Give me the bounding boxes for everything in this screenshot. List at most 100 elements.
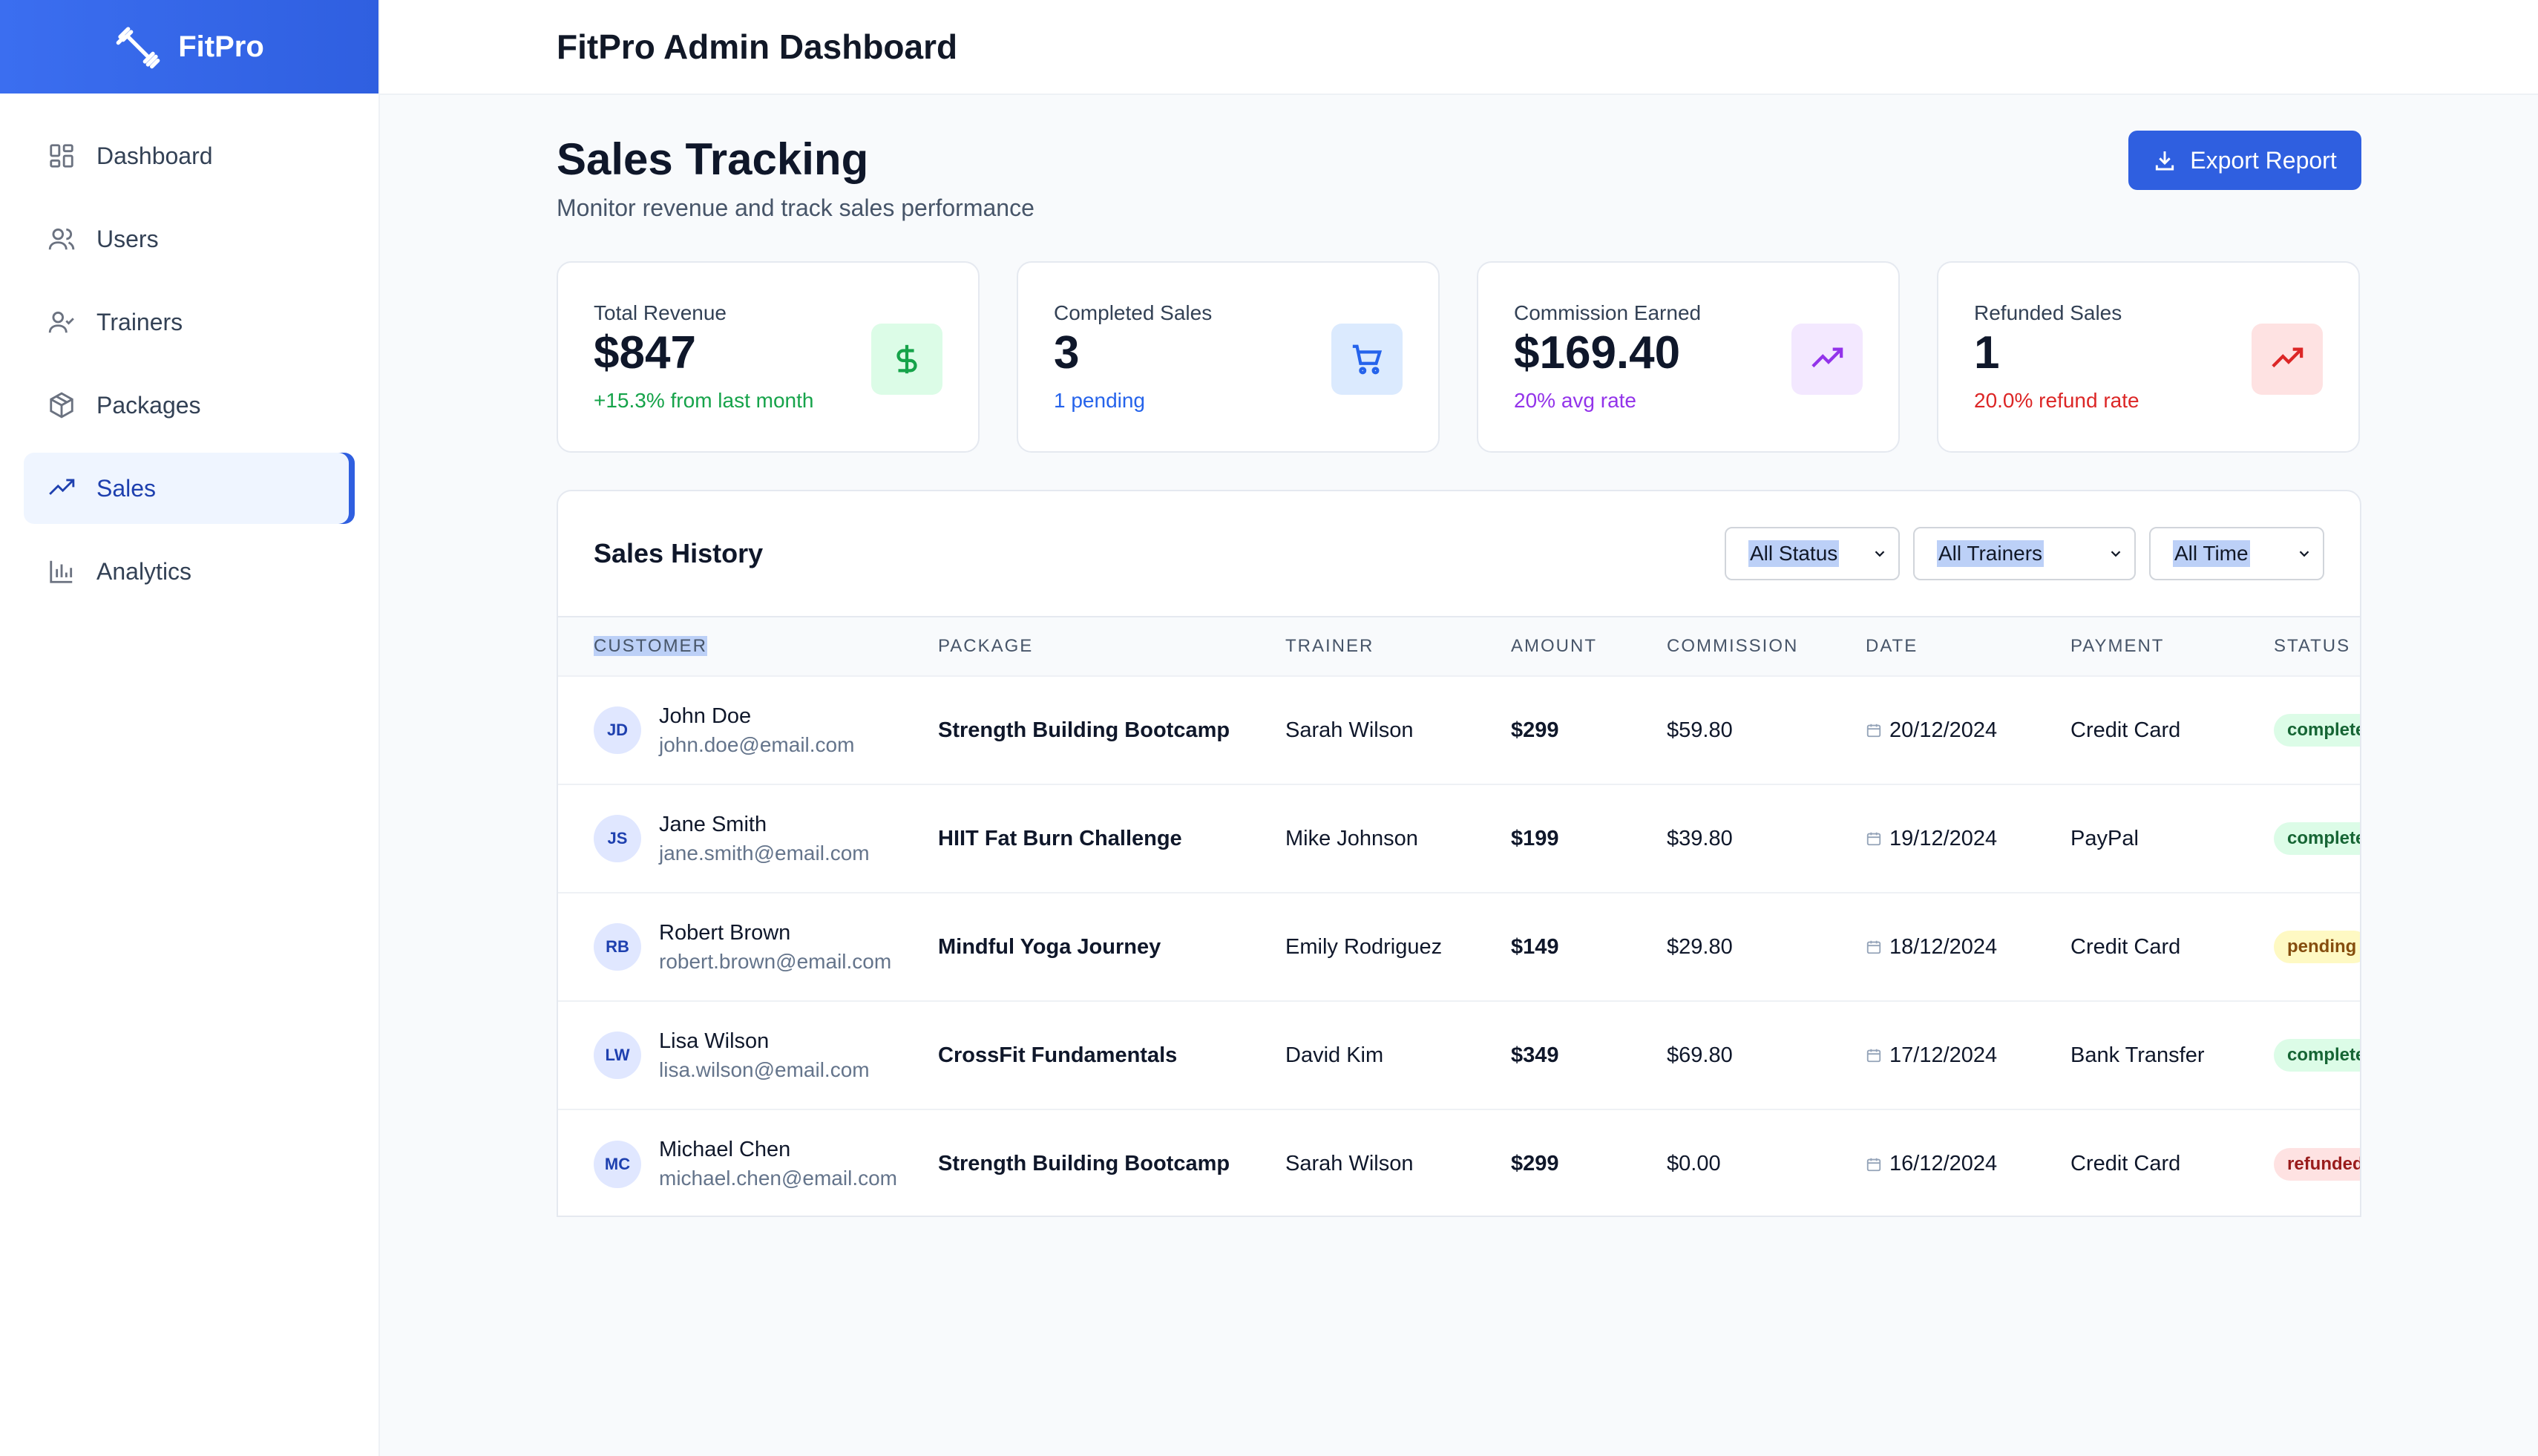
status-filter-value: All Status [1748, 540, 1840, 567]
package-cell: Strength Building Bootcamp [938, 718, 1230, 742]
brand-logo[interactable]: FitPro [0, 0, 378, 94]
payment-cell: Bank Transfer [2070, 1043, 2205, 1067]
sidebar-item-trainers[interactable]: Trainers [24, 286, 355, 358]
table-row[interactable]: MC Michael Chen michael.chen@email.com S… [558, 1109, 2360, 1216]
sidebar-item-users[interactable]: Users [24, 203, 355, 275]
date-value: 18/12/2024 [1889, 934, 1998, 959]
trending-up-icon [49, 479, 75, 495]
sales-history-panel: Sales History All Status All Trainers Al… [557, 490, 2361, 1217]
stat-icon-box [1791, 324, 1863, 395]
commission-cell: $69.80 [1667, 1043, 1733, 1067]
stat-card-total-revenue: Total Revenue $847 +15.3% from last mont… [557, 261, 980, 453]
stat-card-completed-sales: Completed Sales 3 1 pending [1017, 261, 1440, 453]
commission-cell: $29.80 [1667, 934, 1733, 959]
avatar: JD [594, 706, 641, 754]
time-filter-select[interactable]: All Time [2149, 527, 2324, 580]
export-report-button[interactable]: Export Report [2128, 131, 2361, 190]
customer-email: jane.smith@email.com [659, 841, 870, 865]
date-value: 16/12/2024 [1889, 1152, 1998, 1175]
app-title: FitPro Admin Dashboard [557, 27, 958, 66]
sidebar-item-packages[interactable]: Packages [24, 370, 355, 441]
calendar-icon [1866, 940, 1881, 954]
column-header-customer[interactable]: CUSTOMER [558, 617, 938, 676]
payment-cell: PayPal [2070, 826, 2139, 850]
dumbbell-icon [116, 27, 160, 69]
package-cell: CrossFit Fundamentals [938, 1043, 1178, 1067]
stat-value: $169.40 [1514, 327, 1681, 378]
status-badge: completed [2274, 714, 2360, 747]
column-header-package[interactable]: PACKAGE [938, 617, 1285, 676]
main-content: Sales Tracking Monitor revenue and track… [557, 95, 2361, 1217]
date-cell: 17/12/2024 [1866, 1043, 2070, 1068]
package-cell: Mindful Yoga Journey [938, 934, 1161, 959]
filters: All Status All Trainers All Time [1725, 527, 2324, 580]
avatar: MC [594, 1140, 641, 1188]
trainer-cell: Emily Rodriguez [1285, 934, 1443, 959]
customer-name: Michael Chen [659, 1138, 791, 1161]
avatar: JS [594, 815, 641, 862]
sales-history-title: Sales History [594, 538, 764, 568]
stat-card-refunded-sales: Refunded Sales 1 20.0% refund rate [1937, 261, 2360, 453]
users-icon [48, 228, 75, 250]
calendar-icon [1866, 1158, 1881, 1171]
top-header: FitPro Admin Dashboard [380, 0, 2538, 95]
date-value: 17/12/2024 [1889, 1043, 1998, 1067]
sidebar-item-label: Analytics [96, 557, 192, 585]
date-cell: 20/12/2024 [1866, 718, 2070, 743]
chevron-down-icon [1875, 551, 1885, 557]
sales-table: CUSTOMER PACKAGE TRAINER AMOUNT COMMISSI… [558, 616, 2360, 1216]
table-row[interactable]: RB Robert Brown robert.brown@email.com M… [558, 893, 2360, 1001]
table-row[interactable]: LW Lisa Wilson lisa.wilson@email.com Cro… [558, 1001, 2360, 1109]
customer-name: Jane Smith [659, 812, 767, 836]
page-header: Sales Tracking Monitor revenue and track… [557, 95, 2361, 261]
status-badge: completed [2274, 822, 2360, 855]
trainer-filter-select[interactable]: All Trainers [1913, 527, 2136, 580]
commission-cell: $0.00 [1667, 1152, 1721, 1175]
status-badge: refunded [2274, 1147, 2360, 1181]
column-header-trainer[interactable]: TRAINER [1285, 617, 1511, 676]
column-header-payment[interactable]: PAYMENT [2070, 617, 2274, 676]
stat-note: 20% avg rate [1514, 389, 1636, 412]
date-cell: 19/12/2024 [1866, 827, 2070, 851]
export-report-label: Export Report [2190, 146, 2337, 174]
trainer-cell: Mike Johnson [1285, 826, 1418, 850]
customer-cell: JD John Doe john.doe@email.com [594, 704, 938, 757]
trainer-cell: Sarah Wilson [1285, 718, 1414, 742]
payment-cell: Credit Card [2070, 1152, 2181, 1175]
stat-note: +15.3% from last month [594, 389, 814, 412]
status-badge: pending [2274, 931, 2360, 963]
sidebar-item-sales[interactable]: Sales [24, 453, 355, 524]
sidebar-item-dashboard[interactable]: Dashboard [24, 120, 355, 191]
status-filter-select[interactable]: All Status [1725, 527, 1900, 580]
customer-email: michael.chen@email.com [659, 1167, 897, 1190]
sidebar-item-label: Packages [96, 391, 201, 419]
customer-name: Robert Brown [659, 920, 791, 945]
column-header-commission[interactable]: COMMISSION [1667, 617, 1866, 676]
sidebar-item-label: Trainers [96, 308, 183, 335]
sidebar-item-label: Dashboard [96, 142, 213, 169]
date-value: 20/12/2024 [1889, 718, 1998, 742]
customer-cell: LW Lisa Wilson lisa.wilson@email.com [594, 1029, 938, 1082]
bar-chart-icon [50, 560, 73, 583]
date-value: 19/12/2024 [1889, 826, 1998, 850]
calendar-icon [1866, 724, 1881, 738]
column-header-amount[interactable]: AMOUNT [1511, 617, 1667, 676]
column-header-status[interactable]: STATUS [2274, 617, 2360, 676]
user-check-icon [48, 311, 74, 333]
customer-cell: RB Robert Brown robert.brown@email.com [594, 921, 938, 974]
sidebar-nav: Dashboard Users Trainers Packages Sales … [0, 94, 378, 646]
customer-email: lisa.wilson@email.com [659, 1057, 870, 1081]
sidebar-item-analytics[interactable]: Analytics [24, 536, 355, 607]
package-cell: HIIT Fat Burn Challenge [938, 826, 1182, 850]
dollar-icon [896, 344, 917, 374]
stat-label: Completed Sales [1054, 301, 1213, 324]
chevron-down-icon [2299, 551, 2309, 557]
trainer-filter-value: All Trainers [1937, 540, 2044, 567]
chevron-down-icon [2111, 551, 2121, 557]
stat-card-commission-earned: Commission Earned $169.40 20% avg rate [1477, 261, 1900, 453]
sidebar-item-label: Sales [96, 474, 157, 502]
table-header-row: CUSTOMER PACKAGE TRAINER AMOUNT COMMISSI… [558, 617, 2360, 676]
table-row[interactable]: JD John Doe john.doe@email.com Strength … [558, 676, 2360, 784]
table-row[interactable]: JS Jane Smith jane.smith@email.com HIIT … [558, 784, 2360, 893]
column-header-date[interactable]: DATE [1866, 617, 2070, 676]
